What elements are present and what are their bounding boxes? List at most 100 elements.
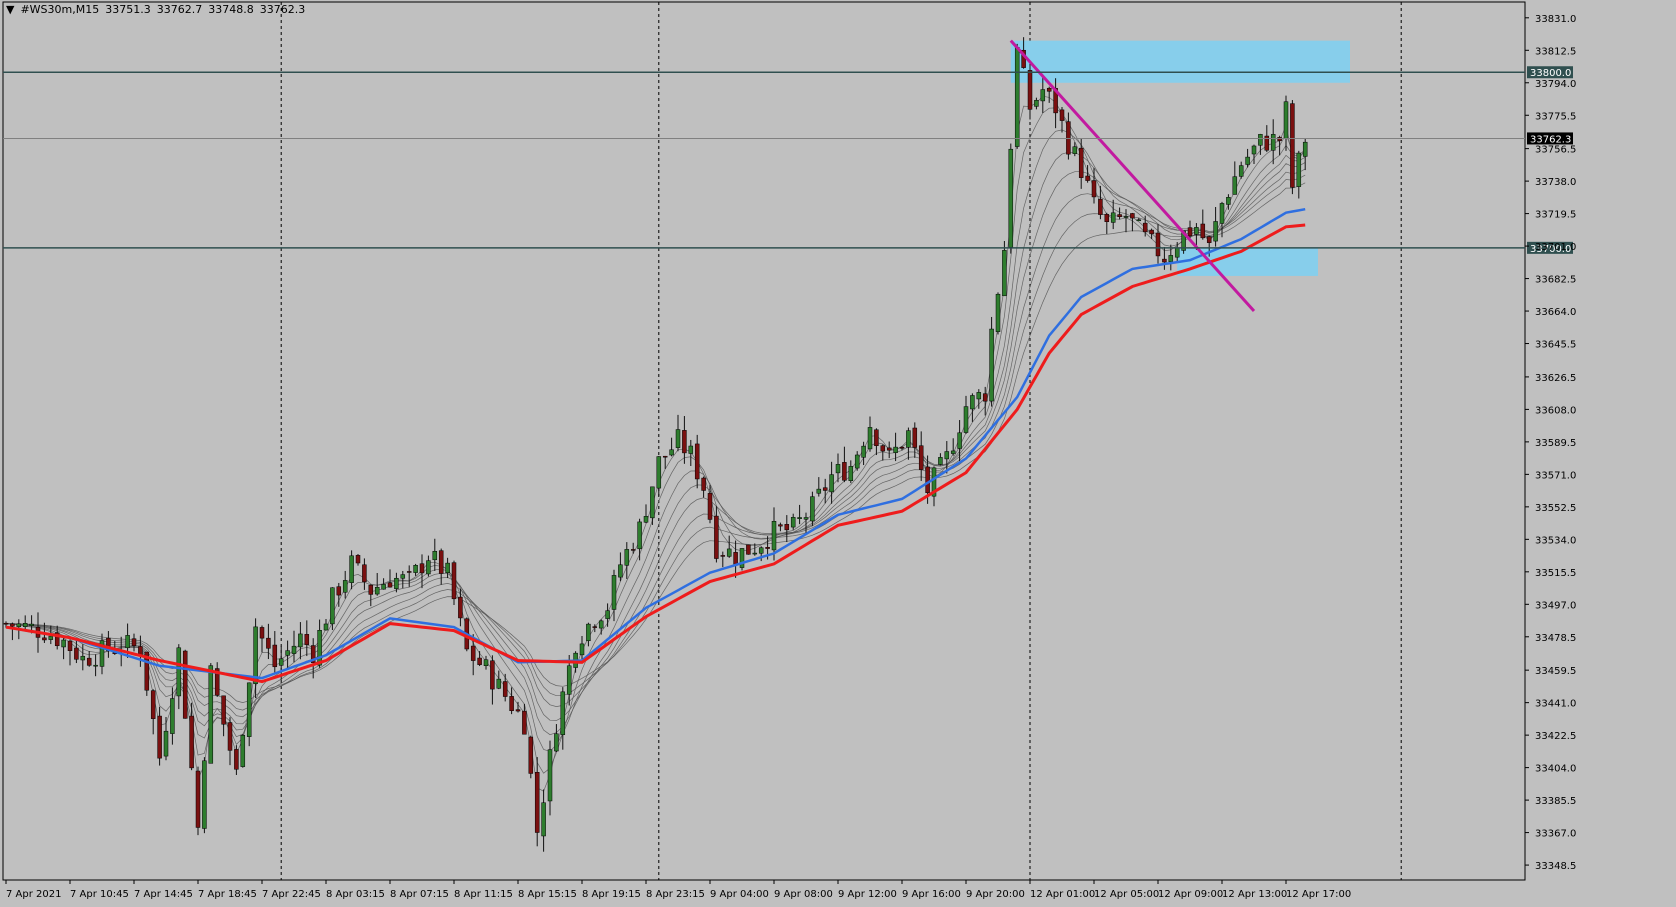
bull-candle xyxy=(669,449,674,456)
bear-candle xyxy=(259,627,265,639)
bull-candle xyxy=(618,564,623,578)
chart-window[interactable]: 33800.0 33700.0 33762.3 33831.0 33812.5 33794… xyxy=(0,0,1676,907)
bull-candle xyxy=(1251,145,1257,155)
bull-candle xyxy=(1238,165,1244,177)
bear-candle xyxy=(694,443,700,480)
bull-candle xyxy=(675,429,681,448)
bull-candle xyxy=(1014,47,1020,147)
bear-candle xyxy=(150,690,156,719)
low-value: 33748.8 xyxy=(208,3,254,16)
bull-candle xyxy=(944,451,950,460)
price-chart[interactable]: 33800.033700.033762.333831.033812.533794… xyxy=(0,0,1676,907)
bull-candle xyxy=(291,645,297,654)
bull-candle xyxy=(1002,250,1007,297)
y-tick-label: 33441.0 xyxy=(1535,699,1576,710)
bear-candle xyxy=(10,623,15,627)
x-tick-label: 8 Apr 11:15 xyxy=(454,889,513,900)
bear-candle xyxy=(1290,103,1295,188)
y-tick-label: 33404.0 xyxy=(1535,764,1576,775)
bear-candle xyxy=(630,549,636,551)
y-tick-label: 33515.5 xyxy=(1535,568,1576,579)
triangle-down-icon[interactable]: ▼ xyxy=(6,3,14,16)
bear-candle xyxy=(438,550,444,574)
bear-candle xyxy=(1117,214,1122,217)
bear-candle xyxy=(3,622,9,625)
x-tick-label: 9 Apr 08:00 xyxy=(774,889,833,900)
x-tick-label: 9 Apr 12:00 xyxy=(838,889,897,900)
y-tick-label: 33794.0 xyxy=(1535,79,1576,90)
supply-demand-zone xyxy=(1010,40,1350,83)
bear-candle xyxy=(733,552,738,565)
x-tick-label: 8 Apr 15:15 xyxy=(518,889,577,900)
bull-candle xyxy=(1245,156,1250,165)
bear-candle xyxy=(1091,180,1097,198)
bull-candle xyxy=(726,548,732,557)
bull-candle xyxy=(413,565,418,573)
x-tick-label: 9 Apr 20:00 xyxy=(966,889,1025,900)
bull-candle xyxy=(22,623,28,627)
chart-header: ▼ #WS30m,M15 33751.3 33762.7 33748.8 33762.3 xyxy=(6,3,311,16)
bull-candle xyxy=(1219,203,1225,224)
y-tick-label: 33608.0 xyxy=(1535,405,1576,416)
bull-candle xyxy=(381,584,386,590)
bull-candle xyxy=(1270,134,1276,151)
bull-candle xyxy=(848,466,854,481)
bear-candle xyxy=(406,571,412,573)
close-value: 33762.3 xyxy=(259,3,306,16)
bull-candle xyxy=(253,626,258,684)
bull-candle xyxy=(1174,247,1180,258)
bull-candle xyxy=(1168,255,1174,262)
y-tick-label: 33812.5 xyxy=(1535,46,1576,57)
bull-candle xyxy=(995,293,1001,332)
bull-candle xyxy=(1194,227,1199,235)
x-tick-label: 12 Apr 01:00 xyxy=(1030,889,1095,900)
y-tick-label: 33831.0 xyxy=(1535,14,1576,25)
bear-candle xyxy=(355,555,361,564)
x-tick-label: 7 Apr 2021 xyxy=(6,889,61,900)
x-tick-label: 7 Apr 22:45 xyxy=(262,889,321,900)
x-tick-label: 9 Apr 04:00 xyxy=(710,889,769,900)
bear-candle xyxy=(886,447,892,451)
bear-candle xyxy=(42,637,47,641)
x-tick-label: 8 Apr 07:15 xyxy=(390,889,449,900)
bear-candle xyxy=(131,638,137,646)
bear-candle xyxy=(362,564,367,583)
bear-candle xyxy=(701,477,706,491)
bull-candle xyxy=(176,647,182,697)
bull-candle xyxy=(816,488,822,494)
bull-candle xyxy=(560,691,566,735)
bull-candle xyxy=(16,623,22,628)
bull-candle xyxy=(835,464,841,474)
y-tick-label: 33645.5 xyxy=(1535,340,1576,351)
x-tick-label: 7 Apr 18:45 xyxy=(198,889,257,900)
bull-candle xyxy=(656,456,662,489)
bull-candle xyxy=(342,580,348,593)
y-tick-label: 33664.0 xyxy=(1535,307,1576,318)
y-tick-label: 33589.5 xyxy=(1535,438,1576,449)
bull-candle xyxy=(374,586,380,595)
bear-candle xyxy=(67,640,73,651)
bull-candle xyxy=(426,560,431,575)
bull-candle xyxy=(323,623,329,631)
bull-candle xyxy=(541,802,546,837)
bull-candle xyxy=(586,623,591,642)
bull-candle xyxy=(579,643,585,656)
y-tick-label: 33756.5 xyxy=(1535,145,1576,156)
bull-candle xyxy=(240,735,246,767)
bear-candle xyxy=(528,736,534,774)
x-tick-label: 9 Apr 16:00 xyxy=(902,889,961,900)
bear-candle xyxy=(874,429,879,446)
bear-candle xyxy=(304,634,310,645)
y-tick-label: 33534.0 xyxy=(1535,535,1576,546)
supply-demand-zone xyxy=(1177,247,1318,276)
bear-candle xyxy=(1155,232,1161,257)
bear-candle xyxy=(522,710,527,735)
bull-candle xyxy=(1008,148,1014,248)
bull-candle xyxy=(278,658,284,666)
bear-candle xyxy=(982,393,988,402)
bear-candle xyxy=(918,445,924,470)
bull-candle xyxy=(1296,152,1302,187)
bull-candle xyxy=(963,406,969,433)
bear-candle xyxy=(221,695,226,725)
x-tick-label: 7 Apr 10:45 xyxy=(70,889,129,900)
